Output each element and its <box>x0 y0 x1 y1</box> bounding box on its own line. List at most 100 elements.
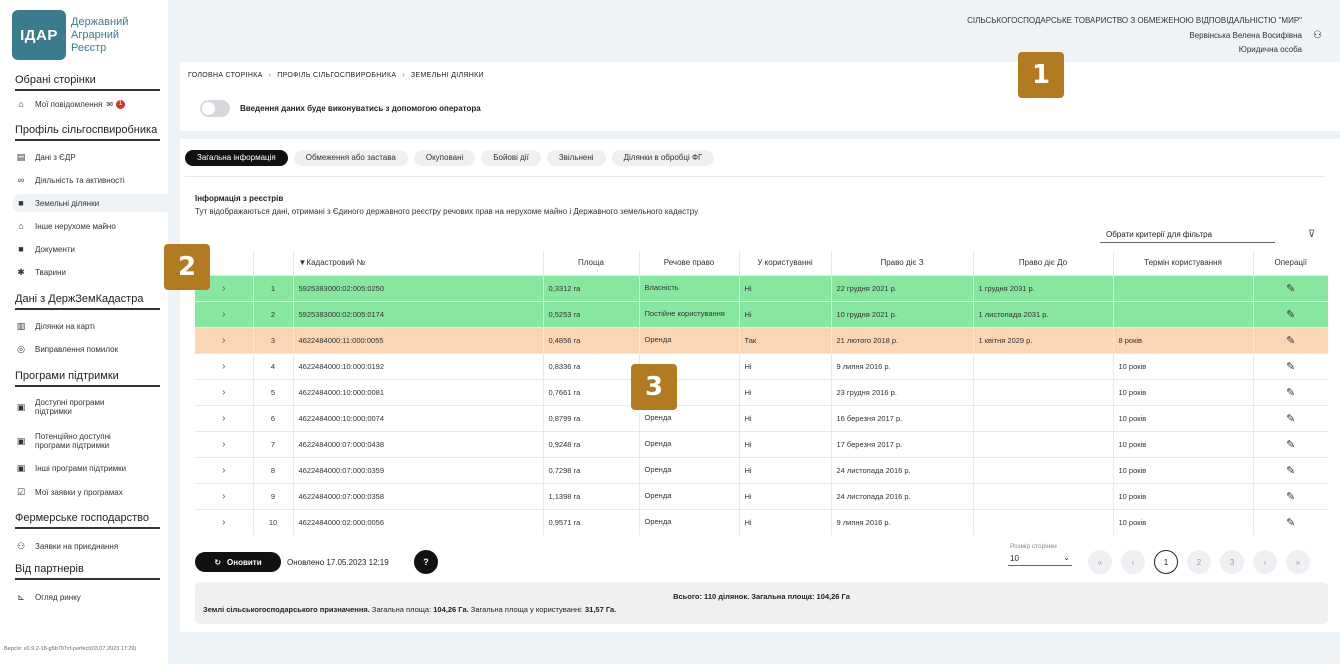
chevron-right-icon[interactable]: › <box>195 300 254 327</box>
edit-icon[interactable]: ✎ <box>1253 508 1328 535</box>
table-row[interactable]: › 2 5925383000:02:005:0174 0,5253 га Постійн… <box>195 300 1328 327</box>
area: 0,3312 га <box>543 274 640 301</box>
tab-combat[interactable]: Бойові дії <box>481 150 541 166</box>
sidebar-item-land-plots[interactable]: ■ Земельні ділянки <box>12 194 168 212</box>
row-index: 2 <box>253 300 294 327</box>
valid-to <box>973 352 1114 379</box>
sidebar-item-market-overview[interactable]: ⊾ Огляд ринку <box>15 588 165 606</box>
table-row[interactable]: › 5 4622484000:10:000:0081 0,7661 га Ні 23 гр… <box>195 378 1328 405</box>
user-icon[interactable]: ⚇ <box>1313 30 1322 41</box>
term: 10 років <box>1113 456 1254 483</box>
valid-from: 9 липня 2016 р. <box>831 352 974 379</box>
edit-icon[interactable]: ✎ <box>1253 482 1328 509</box>
chevron-right-icon[interactable]: › <box>195 456 254 483</box>
logo[interactable]: ІДАР Державний Аграрний Реєстр <box>12 10 128 60</box>
table-row[interactable]: › 6 4622484000:10:000:0074 0,8799 га Оренда Н… <box>195 404 1328 431</box>
tab-general-info[interactable]: Загальна інформація <box>185 150 288 166</box>
column-header-valid-to[interactable]: Право діє До <box>973 251 1114 275</box>
tab-restrictions[interactable]: Обмеження або застава <box>293 150 408 166</box>
pagination: « ‹ 1 2 3 › » <box>1088 550 1319 574</box>
term: 10 років <box>1113 404 1254 431</box>
edit-icon[interactable]: ✎ <box>1253 430 1328 457</box>
column-header-valid-from[interactable]: Право діє З <box>831 251 974 275</box>
sidebar-item-other-property[interactable]: ⌂ Інше нерухоме майно <box>15 217 165 235</box>
next-page-button[interactable]: › <box>1253 550 1277 574</box>
table-header: ▼Кадастровий № Площа Речове право У кори… <box>195 251 1328 275</box>
chevron-right-icon[interactable]: › <box>195 352 254 379</box>
sidebar-item-documents[interactable]: ■ Документи <box>15 240 165 258</box>
sidebar-item-error-fix[interactable]: ◎ Виправлення помилок <box>15 340 165 358</box>
sidebar-item-edr[interactable]: ▤ Дані з ЄДР <box>15 148 165 166</box>
table-row[interactable]: › 3 4622484000:11:000:0055 0,4856 га Оренда Т… <box>195 326 1328 353</box>
column-header-right[interactable]: Речове право <box>639 251 740 275</box>
table-row[interactable]: › 10 4622484000:02:000:0056 0,9571 га Оренда… <box>195 508 1328 535</box>
page-button-3[interactable]: 3 <box>1220 550 1244 574</box>
first-page-button[interactable]: « <box>1088 550 1112 574</box>
join-icon: ⚇ <box>16 540 26 551</box>
user-name[interactable]: Вервінська Велена Восифівна <box>1189 31 1302 40</box>
term: 10 років <box>1113 378 1254 405</box>
last-page-button[interactable]: » <box>1286 550 1310 574</box>
chevron-right-icon[interactable]: › <box>195 430 254 457</box>
tab-liberated[interactable]: Звільнені <box>546 150 606 166</box>
chevron-right-icon[interactable]: › <box>195 508 254 535</box>
sidebar-item-available-programs[interactable]: ▣ Доступні програми підтримки <box>15 395 165 419</box>
filter-icon[interactable]: ⊽ <box>1308 229 1315 240</box>
edit-icon[interactable]: ✎ <box>1253 404 1328 431</box>
column-header-area[interactable]: Площа <box>543 251 640 275</box>
valid-from: 17 березня 2017 р. <box>831 430 974 457</box>
sidebar-item-activities[interactable]: ∞ Діяльність та активності <box>15 171 165 189</box>
sidebar-item-map-plots[interactable]: ▥ Ділянки на карті <box>15 317 165 335</box>
area: 0,9248 га <box>543 430 640 457</box>
sidebar-item-my-applications[interactable]: ☑ Мої заявки у програмах <box>15 483 165 501</box>
breadcrumb: ГОЛОВНА СТОРІНКА › ПРОФІЛЬ СІЛЬГОСПВИРОБНИ… <box>188 72 484 79</box>
column-header-term[interactable]: Термін користування <box>1113 251 1254 275</box>
breadcrumb-profile[interactable]: ПРОФІЛЬ СІЛЬГОСПВИРОБНИКА <box>277 72 396 79</box>
sidebar-item-potential-programs[interactable]: ▣ Потенційно доступні програми підтримки <box>15 429 165 453</box>
sidebar-item-messages[interactable]: ⌂ Мої повідомлення ✉ 1 <box>15 95 165 113</box>
help-button[interactable]: ? <box>414 550 438 574</box>
sidebar-item-animals[interactable]: ✱ Тварини <box>15 263 165 281</box>
term: 8 років <box>1113 326 1254 353</box>
table-row[interactable]: › 7 4622484000:07:000:0438 0,9248 га Оренда Н… <box>195 430 1328 457</box>
edit-icon[interactable]: ✎ <box>1253 352 1328 379</box>
edit-icon[interactable]: ✎ <box>1253 326 1328 353</box>
logo-text: Державний Аграрний Реєстр <box>71 15 129 54</box>
organization-name: СІЛЬСЬКОГОСПОДАРСЬКЕ ТОВАРИСТВО З ОБМЕЖЕ… <box>967 16 1302 25</box>
edit-icon[interactable]: ✎ <box>1253 300 1328 327</box>
chevron-right-icon[interactable]: › <box>195 326 254 353</box>
edit-icon[interactable]: ✎ <box>1253 378 1328 405</box>
prev-page-button[interactable]: ‹ <box>1121 550 1145 574</box>
chevron-right-icon[interactable]: › <box>195 378 254 405</box>
operator-toggle[interactable] <box>200 100 230 117</box>
page-button-2[interactable]: 2 <box>1187 550 1211 574</box>
page-size-select[interactable]: 10 ⌄ <box>1008 553 1072 566</box>
refresh-button[interactable]: ↻ Оновити <box>195 552 281 572</box>
edit-icon[interactable]: ✎ <box>1253 274 1328 301</box>
sidebar-item-join-requests[interactable]: ⚇ Заявки на приєднання <box>15 537 165 555</box>
chevron-right-icon[interactable]: › <box>195 404 254 431</box>
chevron-right-icon[interactable]: › <box>195 482 254 509</box>
tab-occupied[interactable]: Окуповані <box>413 150 476 166</box>
table-row[interactable]: › 8 4622484000:07:000:0359 0,7298 га Оренда Н… <box>195 456 1328 483</box>
page-button-1[interactable]: 1 <box>1154 550 1178 574</box>
table-row[interactable]: › 9 4622484000:07:000:0358 1,1398 га Оренда Н… <box>195 482 1328 509</box>
table-row[interactable]: › 4 4622484000:10:000:0192 0,8336 га Ні 9 лип… <box>195 352 1328 379</box>
property-right: Оренда <box>639 456 740 483</box>
filter-input[interactable]: Обрати критерії для фільтра <box>1100 230 1275 243</box>
sidebar-item-other-programs[interactable]: ▣ Інші програми підтримки <box>15 459 165 477</box>
in-use: Ні <box>739 482 832 509</box>
tab-farm-plots[interactable]: Ділянки в обробці ФГ <box>611 150 715 166</box>
column-header-in-use[interactable]: У користуванні <box>739 251 832 275</box>
table-row[interactable]: › 1 5925383000:02:005:0250 0,3312 га Власніс… <box>195 274 1328 301</box>
column-header-index <box>253 251 294 275</box>
property-right: Постійне користування <box>639 300 740 327</box>
column-header-cadastral[interactable]: ▼Кадастровий № <box>293 251 544 275</box>
property-right: Власність <box>639 274 740 301</box>
area: 1,1398 га <box>543 482 640 509</box>
row-index: 3 <box>253 326 294 353</box>
breadcrumb-home[interactable]: ГОЛОВНА СТОРІНКА <box>188 72 263 79</box>
edit-icon[interactable]: ✎ <box>1253 456 1328 483</box>
in-use: Ні <box>739 508 832 535</box>
divider <box>180 131 1340 139</box>
